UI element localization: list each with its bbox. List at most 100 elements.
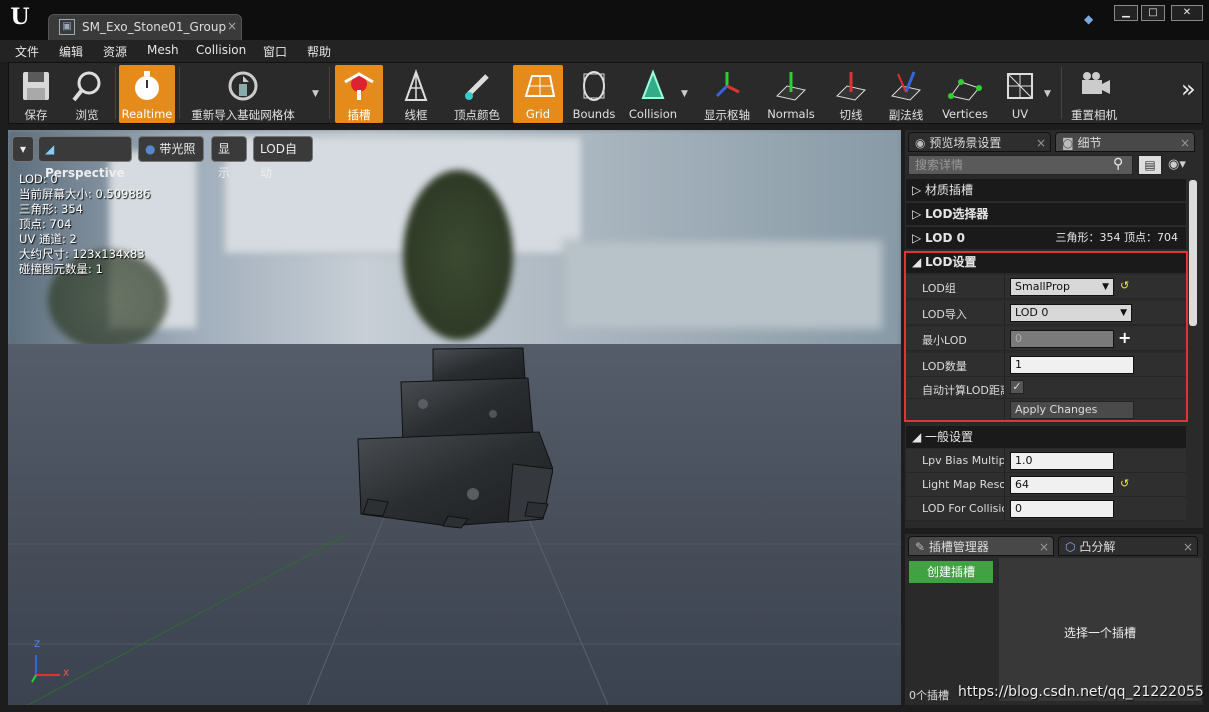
- collision-dropdown-icon[interactable]: ▼: [681, 89, 688, 99]
- tab-close-icon[interactable]: ×: [1180, 133, 1190, 153]
- row-lightmap-resolution: Light Map Resol 64 ↺: [906, 473, 1186, 497]
- reimport-button[interactable]: 重新导入基础网格体: [183, 65, 303, 123]
- lod0-info: 三角形：354 顶点：704: [1055, 231, 1179, 244]
- tab-close-icon[interactable]: ×: [1039, 537, 1049, 557]
- socket-manager-icon: ✎: [915, 540, 926, 554]
- category-general-settings[interactable]: ◢ 一般设置: [906, 426, 1186, 448]
- convex-icon: ⬡: [1065, 540, 1076, 554]
- close-button[interactable]: ✕: [1171, 5, 1203, 21]
- vertices-button[interactable]: Vertices: [937, 65, 993, 123]
- lod-for-collision-field[interactable]: 0: [1010, 500, 1114, 518]
- asset-tab[interactable]: ▣ SM_Exo_Stone01_Group ×: [48, 14, 242, 40]
- expand-arrow-icon: ▷: [912, 183, 926, 197]
- unreal-logo: U: [10, 4, 30, 30]
- browse-button[interactable]: 浏览: [63, 65, 111, 123]
- create-socket-button[interactable]: 创建插槽: [909, 561, 993, 583]
- magnifier-icon: [72, 71, 101, 102]
- category-lod0[interactable]: ▷ LOD 0 三角形：354 顶点：704: [906, 227, 1186, 249]
- toolbar-separator: [179, 67, 180, 119]
- menu-mesh[interactable]: Mesh: [147, 43, 179, 57]
- collision-icon: [641, 69, 665, 99]
- camera-icon: [1082, 72, 1110, 94]
- tab-preview-scene-settings[interactable]: ◉ 预览场景设置 ×: [908, 132, 1051, 152]
- sockets-button[interactable]: 插槽: [335, 65, 383, 123]
- tab-convex-decomposition[interactable]: ⬡ 凸分解 ×: [1058, 536, 1198, 556]
- watermark: https://blog.csdn.net/qq_21222055: [958, 684, 1204, 700]
- toolbar-separator: [1061, 67, 1062, 119]
- binormals-icon: [891, 71, 921, 101]
- tab-socket-manager[interactable]: ✎ 插槽管理器 ×: [908, 536, 1054, 556]
- property-matrix-icon[interactable]: ▤: [1138, 155, 1162, 175]
- normals-button[interactable]: Normals: [761, 65, 821, 123]
- viewport-options-button[interactable]: ▾: [12, 136, 34, 162]
- show-button[interactable]: 显示: [211, 136, 247, 180]
- menu-edit[interactable]: 编辑: [59, 43, 83, 60]
- show-pivot-button[interactable]: 显示枢轴: [699, 65, 755, 123]
- tab-close-icon[interactable]: ×: [1036, 133, 1046, 153]
- static-mesh-icon: ▣: [59, 19, 75, 35]
- reset-to-default-icon[interactable]: ↺: [1120, 477, 1129, 490]
- lpv-bias-field[interactable]: 1.0: [1010, 452, 1114, 470]
- wireframe-button[interactable]: 线框: [389, 65, 443, 123]
- toolbar-separator: [329, 67, 330, 119]
- axis-z-label: Z: [34, 640, 41, 650]
- search-icon: ⚲: [1113, 156, 1124, 172]
- asset-tab-label: SM_Exo_Stone01_Group: [82, 20, 227, 34]
- menu-asset[interactable]: 资源: [103, 43, 127, 60]
- tab-close-icon[interactable]: ×: [227, 19, 237, 33]
- uv-button[interactable]: UV: [997, 65, 1043, 123]
- details-icon: ◙: [1062, 136, 1074, 150]
- menu-bar: 文件 编辑 资源 Mesh Collision 窗口 帮助: [0, 40, 1209, 62]
- tab-close-icon[interactable]: ×: [1183, 537, 1193, 557]
- toolbar-separator: [115, 67, 116, 119]
- category-lod-picker[interactable]: ▷ LOD选择器: [906, 203, 1186, 225]
- maximize-button[interactable]: □: [1141, 5, 1165, 21]
- normals-icon: [776, 72, 806, 101]
- grid-button[interactable]: Grid: [513, 65, 563, 123]
- save-button[interactable]: 保存: [13, 65, 59, 123]
- view-options-eye-icon[interactable]: ◉▾: [1168, 157, 1186, 172]
- lightmap-resolution-field[interactable]: 64: [1010, 476, 1114, 494]
- menu-file[interactable]: 文件: [15, 43, 39, 60]
- viewport-stats: LOD: 0 当前屏幕大小: 0.509886 三角形: 354 顶点: 704…: [19, 172, 150, 277]
- stat-uv-channels: UV 通道: 2: [19, 232, 77, 246]
- socket-icon: [344, 72, 374, 100]
- details-search-input[interactable]: 搜索详情: [908, 155, 1133, 175]
- bounds-button[interactable]: Bounds: [569, 65, 619, 123]
- toolbar-overflow-icon[interactable]: »: [1181, 75, 1196, 103]
- stat-screen-size: 当前屏幕大小: 0.509886: [19, 187, 151, 201]
- tangents-button[interactable]: 切线: [827, 65, 875, 123]
- settings-icon: ◉: [915, 136, 926, 150]
- realtime-button[interactable]: Realtime: [119, 65, 175, 123]
- axis-x-label: X: [63, 669, 70, 679]
- collision-button[interactable]: Collision: [625, 65, 681, 123]
- details-scrollbar[interactable]: [1189, 180, 1197, 326]
- project-icon: ◆: [1084, 12, 1094, 26]
- reimport-dropdown-icon[interactable]: ▼: [312, 89, 319, 99]
- vertex-color-button[interactable]: 顶点颜色: [447, 65, 507, 123]
- menu-window[interactable]: 窗口: [263, 43, 287, 60]
- stat-vertices: 顶点: 704: [19, 217, 72, 231]
- category-material-slots[interactable]: ▷ 材质插槽: [906, 179, 1186, 201]
- title-bar: U ▣ SM_Exo_Stone01_Group × ◆ ▁ □ ✕: [0, 0, 1209, 40]
- menu-collision[interactable]: Collision: [196, 43, 246, 57]
- background-building: [563, 240, 883, 330]
- lod-auto-button[interactable]: LOD自动: [253, 136, 313, 180]
- stat-lod: LOD: 0: [19, 172, 58, 186]
- pivot-icon: [715, 72, 740, 98]
- perspective-button[interactable]: ◢ Perspective: [38, 136, 132, 180]
- bounds-icon: [583, 71, 605, 101]
- uv-dropdown-icon[interactable]: ▼: [1044, 89, 1051, 99]
- tab-details[interactable]: ◙ 细节 ×: [1055, 132, 1195, 152]
- reset-camera-button[interactable]: 重置相机: [1065, 65, 1123, 123]
- lit-mode-button[interactable]: ● 带光照: [138, 136, 204, 162]
- row-lod-for-collision: LOD For Collisio 0: [906, 497, 1186, 521]
- stone-mesh[interactable]: [353, 344, 554, 529]
- binormals-button[interactable]: 副法线: [881, 65, 931, 123]
- stat-triangles: 三角形: 354: [19, 202, 83, 216]
- minimize-button[interactable]: ▁: [1114, 5, 1138, 21]
- menu-help[interactable]: 帮助: [307, 43, 331, 60]
- lod-settings-highlight-box: [904, 251, 1188, 422]
- stone-mesh-shape: [357, 347, 554, 529]
- viewport[interactable]: ▾ ◢ Perspective ● 带光照 显示 LOD自动 LOD: 0 当前…: [8, 130, 901, 705]
